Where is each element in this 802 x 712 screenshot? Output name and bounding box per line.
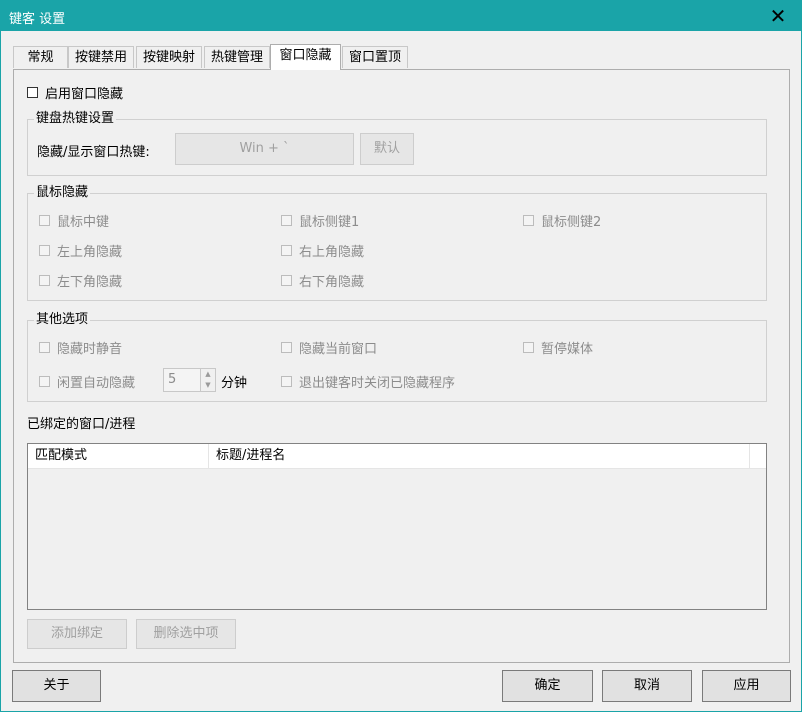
minutes-unit-label: 分钟 [221, 376, 248, 391]
bottom-left-hide-checkbox[interactable]: 左下角隐藏 [39, 271, 122, 290]
checkbox-box [27, 87, 38, 98]
mouse-middle-label: 鼠标中键 [57, 215, 110, 230]
mouse-hide-group: 鼠标隐藏 鼠标中键 鼠标侧键1 鼠标侧键2 左上角隐藏 右上角隐藏 左下角隐藏 … [27, 184, 767, 301]
hide-current-window-checkbox[interactable]: 隐藏当前窗口 [281, 338, 377, 357]
hotkey-group: 键盘热键设置 隐藏/显示窗口热键: Win + ` 默认 [27, 110, 767, 176]
other-options-group: 其他选项 隐藏时静音 隐藏当前窗口 暂停媒体 闲置自动隐藏 5 ▲ ▼ 分钟 退… [27, 311, 767, 402]
checkbox-box [523, 215, 534, 226]
tab-window-hide[interactable]: 窗口隐藏 [270, 44, 341, 70]
checkbox-box [39, 275, 50, 286]
mouse-hide-group-title: 鼠标隐藏 [34, 184, 91, 202]
settings-window: 键客 设置 ✕ 常规 按键禁用 按键映射 热键管理 窗口隐藏 窗口置顶 启用窗口… [0, 0, 802, 712]
apply-button[interactable]: 应用 [702, 670, 791, 702]
bottom-right-hide-label: 右下角隐藏 [299, 275, 365, 290]
pause-media-checkbox[interactable]: 暂停媒体 [523, 338, 593, 357]
close-icon[interactable]: ✕ [755, 1, 801, 31]
add-binding-button[interactable]: 添加绑定 [27, 619, 127, 649]
top-right-hide-label: 右上角隐藏 [299, 245, 365, 260]
hotkey-group-title: 键盘热键设置 [34, 110, 117, 128]
mouse-side1-checkbox[interactable]: 鼠标侧键1 [281, 211, 359, 230]
checkbox-box [39, 245, 50, 256]
bottom-right-hide-checkbox[interactable]: 右下角隐藏 [281, 271, 364, 290]
mute-on-hide-checkbox[interactable]: 隐藏时静音 [39, 338, 122, 357]
stepper-down-icon[interactable]: ▼ [201, 380, 215, 391]
mouse-side2-checkbox[interactable]: 鼠标侧键2 [523, 211, 601, 230]
tab-window-pin[interactable]: 窗口置顶 [342, 46, 408, 68]
checkbox-box [281, 245, 292, 256]
checkbox-box [281, 275, 292, 286]
ok-button[interactable]: 确定 [502, 670, 593, 702]
window-title: 键客 设置 [9, 12, 66, 27]
checkbox-box [39, 215, 50, 226]
idle-auto-hide-checkbox[interactable]: 闲置自动隐藏 [39, 372, 135, 391]
about-button[interactable]: 关于 [12, 670, 101, 702]
top-right-hide-checkbox[interactable]: 右上角隐藏 [281, 241, 364, 260]
pause-media-label: 暂停媒体 [541, 342, 594, 357]
column-header-title-process[interactable]: 标题/进程名 [209, 444, 750, 468]
close-hidden-on-exit-label: 退出键客时关闭已隐藏程序 [299, 376, 456, 391]
tab-general[interactable]: 常规 [13, 46, 68, 68]
mouse-side1-label: 鼠标侧键1 [299, 215, 360, 230]
close-hidden-on-exit-checkbox[interactable]: 退出键客时关闭已隐藏程序 [281, 372, 455, 391]
top-left-hide-checkbox[interactable]: 左上角隐藏 [39, 241, 122, 260]
checkbox-box [281, 215, 292, 226]
checkbox-box [281, 376, 292, 387]
hotkey-input-button[interactable]: Win + ` [175, 133, 354, 165]
checkbox-box [523, 342, 534, 353]
enable-window-hide-checkbox[interactable]: 启用窗口隐藏 [27, 83, 123, 102]
remove-selected-button[interactable]: 删除选中项 [136, 619, 236, 649]
mouse-middle-checkbox[interactable]: 鼠标中键 [39, 211, 109, 230]
enable-window-hide-label: 启用窗口隐藏 [45, 87, 124, 102]
tab-hotkey-management[interactable]: 热键管理 [204, 46, 270, 68]
checkbox-box [39, 342, 50, 353]
hide-hotkey-label: 隐藏/显示窗口热键: [37, 145, 150, 160]
default-hotkey-button[interactable]: 默认 [360, 133, 414, 165]
tab-key-disable[interactable]: 按键禁用 [68, 46, 134, 68]
title-bar: 键客 设置 ✕ [1, 1, 801, 31]
list-header: 匹配模式 标题/进程名 [28, 444, 766, 469]
other-options-group-title: 其他选项 [34, 311, 91, 329]
column-header-match-mode[interactable]: 匹配模式 [28, 444, 209, 468]
mute-on-hide-label: 隐藏时静音 [57, 342, 123, 357]
cancel-button[interactable]: 取消 [602, 670, 692, 702]
idle-minutes-input[interactable]: 5 [163, 368, 201, 392]
bottom-left-hide-label: 左下角隐藏 [57, 275, 123, 290]
checkbox-box [39, 376, 50, 387]
tab-key-mapping[interactable]: 按键映射 [136, 46, 202, 68]
top-left-hide-label: 左上角隐藏 [57, 245, 123, 260]
bound-windows-title: 已绑定的窗口/进程 [27, 417, 136, 432]
tab-panel-window-hide: 启用窗口隐藏 键盘热键设置 隐藏/显示窗口热键: Win + ` 默认 鼠标隐藏… [13, 69, 790, 663]
hide-current-window-label: 隐藏当前窗口 [299, 342, 378, 357]
bound-windows-list[interactable]: 匹配模式 标题/进程名 [27, 443, 767, 610]
idle-auto-hide-label: 闲置自动隐藏 [57, 376, 136, 391]
idle-minutes-stepper[interactable]: ▲ ▼ [200, 368, 216, 392]
mouse-side2-label: 鼠标侧键2 [541, 215, 602, 230]
checkbox-box [281, 342, 292, 353]
stepper-up-icon[interactable]: ▲ [201, 369, 215, 380]
